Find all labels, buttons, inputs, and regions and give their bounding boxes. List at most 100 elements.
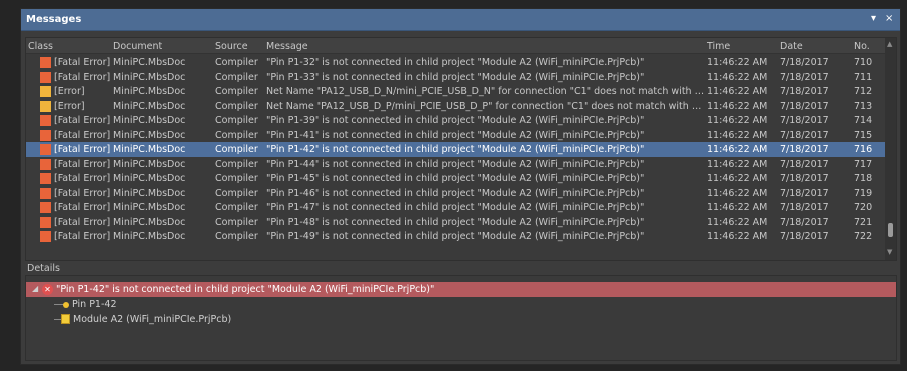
- error-icon: [40, 86, 51, 97]
- table-row[interactable]: [Fatal Error] MiniPC.MbsDoc Compiler "Pin P…: [26, 186, 886, 201]
- table-row[interactable]: [Error] MiniPC.MbsDoc Compiler Net Name "PA…: [26, 84, 886, 99]
- cell-source: Compiler: [215, 115, 258, 126]
- table-row[interactable]: [Fatal Error] MiniPC.MbsDoc Compiler "Pin P…: [26, 229, 886, 244]
- cell-time: 11:46:22 AM: [707, 144, 768, 155]
- column-header-class[interactable]: Class: [28, 41, 53, 52]
- cell-message: Net Name "PA12_USB_D_N/mini_PCIE_USB_D_N…: [266, 86, 706, 97]
- panel-title: Messages: [26, 14, 82, 25]
- cell-document: MiniPC.MbsDoc: [113, 231, 186, 242]
- cell-document: MiniPC.MbsDoc: [113, 216, 186, 228]
- cell-document: MiniPC.MbsDoc: [113, 187, 186, 199]
- table-row[interactable]: [Fatal Error] MiniPC.MbsDoc Compiler "Pin P…: [26, 157, 886, 172]
- cell-number: 712: [854, 86, 873, 97]
- panel-menu-icon[interactable]: ▾: [871, 13, 876, 24]
- table-row[interactable]: [Fatal Error] MiniPC.MbsDoc Compiler "Pin P…: [26, 70, 886, 85]
- cell-time: 11:46:22 AM: [707, 115, 768, 126]
- column-header-time[interactable]: Time: [707, 41, 730, 52]
- detail-module-node[interactable]: Module A2 (WiFi_miniPCIe.PrjPcb): [26, 312, 426, 327]
- fatal-error-icon: [40, 57, 51, 68]
- panel-title-bar[interactable]: Messages ▾ ×: [21, 9, 900, 31]
- cell-date: 7/18/2017: [780, 173, 829, 184]
- collapse-triangle-icon[interactable]: ◢: [32, 284, 38, 293]
- cell-message: "Pin P1-41" is not connected in child pr…: [266, 129, 645, 141]
- table-row[interactable]: [Error] MiniPC.MbsDoc Compiler Net Name "PA…: [26, 99, 886, 114]
- scroll-up-icon[interactable]: ▲: [887, 40, 892, 48]
- cell-source: Compiler: [215, 86, 258, 97]
- cell-date: 7/18/2017: [780, 129, 829, 141]
- cell-date: 7/18/2017: [780, 100, 829, 112]
- cell-date: 7/18/2017: [780, 216, 829, 228]
- cell-class: [Error]: [54, 100, 85, 112]
- detail-pin-node[interactable]: Pin P1-42: [26, 297, 326, 312]
- cell-class: [Fatal Error]: [54, 158, 111, 170]
- cell-message: "Pin P1-49" is not connected in child pr…: [266, 231, 645, 242]
- table-row[interactable]: [Fatal Error] MiniPC.MbsDoc Compiler "Pin P…: [26, 128, 886, 143]
- scrollbar-thumb[interactable]: [888, 223, 893, 237]
- cell-document: MiniPC.MbsDoc: [113, 115, 186, 126]
- cell-source: Compiler: [215, 71, 258, 83]
- cell-number: 718: [854, 173, 873, 184]
- cell-time: 11:46:22 AM: [707, 202, 768, 213]
- cell-source: Compiler: [215, 202, 258, 213]
- cell-number: 719: [854, 187, 873, 199]
- cell-source: Compiler: [215, 216, 258, 228]
- cell-message: Net Name "PA12_USB_D_P/mini_PCIE_USB_D_P…: [266, 100, 706, 112]
- table-row[interactable]: [Fatal Error] MiniPC.MbsDoc Compiler "Pin P…: [26, 171, 886, 186]
- cell-class: [Error]: [54, 86, 85, 97]
- cell-document: MiniPC.MbsDoc: [113, 100, 186, 112]
- fatal-error-icon: [40, 202, 51, 213]
- detail-pin-text: Pin P1-42: [72, 299, 117, 310]
- cell-time: 11:46:22 AM: [707, 231, 768, 242]
- cell-class: [Fatal Error]: [54, 187, 111, 199]
- cell-date: 7/18/2017: [780, 158, 829, 170]
- close-icon[interactable]: ×: [885, 13, 893, 24]
- cell-document: MiniPC.MbsDoc: [113, 144, 186, 155]
- messages-grid: Class Document Source Message Time Date …: [25, 37, 897, 261]
- cell-message: "Pin P1-48" is not connected in child pr…: [266, 216, 645, 228]
- vertical-scrollbar[interactable]: ▲ ▼: [885, 38, 896, 260]
- cell-class: [Fatal Error]: [54, 115, 111, 126]
- table-row[interactable]: [Fatal Error] MiniPC.MbsDoc Compiler "Pin P…: [26, 113, 886, 128]
- cell-message: "Pin P1-32" is not connected in child pr…: [266, 57, 645, 68]
- detail-error-node[interactable]: ◢ ✕ "Pin P1-42" is not connected in chil…: [26, 282, 896, 297]
- cell-number: 715: [854, 129, 873, 141]
- cell-time: 11:46:22 AM: [707, 129, 768, 141]
- details-tree: ◢ ✕ "Pin P1-42" is not connected in chil…: [25, 275, 897, 361]
- detail-error-text: "Pin P1-42" is not connected in child pr…: [56, 284, 435, 295]
- cell-source: Compiler: [215, 231, 258, 242]
- cell-class: [Fatal Error]: [54, 202, 111, 213]
- column-header-source[interactable]: Source: [215, 41, 248, 52]
- table-row[interactable]: [Fatal Error] MiniPC.MbsDoc Compiler "Pin P…: [26, 55, 886, 70]
- cell-number: 722: [854, 231, 873, 242]
- cell-document: MiniPC.MbsDoc: [113, 202, 186, 213]
- cell-document: MiniPC.MbsDoc: [113, 129, 186, 141]
- cell-number: 717: [854, 158, 873, 170]
- cell-number: 714: [854, 115, 873, 126]
- column-header-document[interactable]: Document: [113, 41, 162, 52]
- fatal-error-icon: [40, 71, 51, 83]
- cell-message: "Pin P1-44" is not connected in child pr…: [266, 158, 645, 170]
- fatal-error-icon: [40, 231, 51, 242]
- table-row[interactable]: [Fatal Error] MiniPC.MbsDoc Compiler "Pin P…: [26, 142, 886, 157]
- cell-class: [Fatal Error]: [54, 57, 111, 68]
- fatal-error-icon: [40, 173, 51, 184]
- cell-document: MiniPC.MbsDoc: [113, 86, 186, 97]
- column-header-date[interactable]: Date: [780, 41, 803, 52]
- module-icon: [61, 314, 70, 324]
- cell-class: [Fatal Error]: [54, 173, 111, 184]
- cell-time: 11:46:22 AM: [707, 187, 768, 199]
- cell-source: Compiler: [215, 57, 258, 68]
- cell-class: [Fatal Error]: [54, 71, 111, 83]
- column-header-no[interactable]: No.: [854, 41, 870, 52]
- table-row[interactable]: [Fatal Error] MiniPC.MbsDoc Compiler "Pin P…: [26, 215, 886, 230]
- grid-header: Class Document Source Message Time Date …: [26, 38, 886, 54]
- scroll-down-icon[interactable]: ▼: [887, 248, 892, 256]
- column-header-message[interactable]: Message: [266, 41, 308, 52]
- cell-number: 716: [854, 144, 873, 155]
- cell-source: Compiler: [215, 129, 258, 141]
- cell-document: MiniPC.MbsDoc: [113, 57, 186, 68]
- table-row[interactable]: [Fatal Error] MiniPC.MbsDoc Compiler "Pin P…: [26, 200, 886, 215]
- cell-message: "Pin P1-33" is not connected in child pr…: [266, 71, 645, 83]
- cell-time: 11:46:22 AM: [707, 158, 768, 170]
- cell-number: 721: [854, 216, 873, 228]
